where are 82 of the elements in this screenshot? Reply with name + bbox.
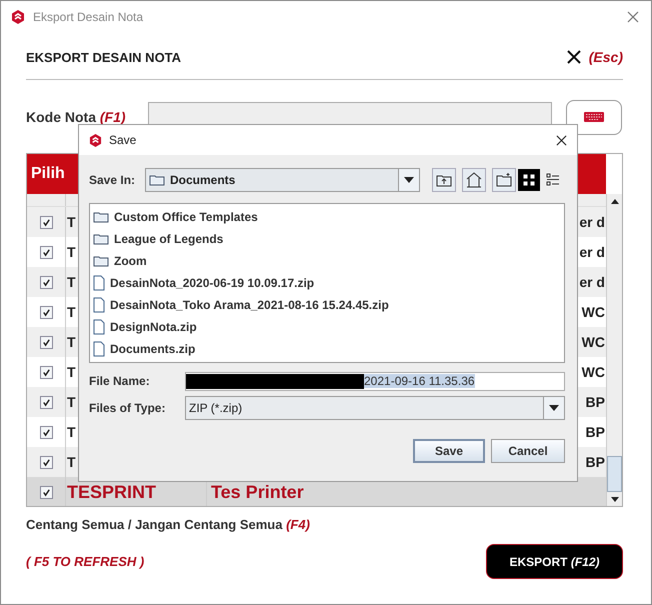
file-type-dropdown[interactable]: ZIP (*.zip)	[185, 396, 565, 420]
new-folder-button[interactable]	[492, 168, 516, 192]
table-cell: T	[67, 454, 76, 470]
grid-icon	[522, 173, 536, 187]
save-in-dropdown[interactable]: Documents	[145, 168, 420, 192]
table-cell: er d	[579, 244, 605, 260]
folder-up-icon	[436, 173, 452, 187]
file-icon	[93, 341, 105, 357]
table-cell: TESPRINT	[67, 482, 156, 502]
scrollbar[interactable]	[606, 194, 622, 506]
home-icon	[466, 172, 482, 188]
file-item[interactable]: League of Legends	[93, 228, 561, 250]
select-all-link[interactable]: Centang Semua / Jangan Centang Semua (F4)	[26, 517, 310, 532]
table-cell: T	[67, 214, 76, 230]
refresh-hint: ( F5 TO REFRESH )	[26, 554, 144, 569]
table-cell: WC	[582, 364, 605, 380]
file-item[interactable]: DesainNota_2020-06-19 10.09.17.zip	[93, 272, 561, 294]
table-cell: er d	[579, 274, 605, 290]
table-cell: WC	[582, 334, 605, 350]
field-label: Save In:	[89, 173, 136, 187]
dialog-title: Save	[109, 133, 138, 147]
shortcut-hint: (Esc)	[588, 49, 623, 65]
checkbox[interactable]	[40, 366, 52, 378]
close-icon[interactable]	[566, 50, 581, 64]
dropdown-arrow-icon	[549, 405, 559, 411]
field-label: Files of Type:	[89, 401, 166, 415]
checkbox[interactable]	[40, 216, 52, 228]
field-label: File Name:	[89, 374, 151, 388]
file-icon	[93, 297, 105, 313]
home-button[interactable]	[462, 168, 486, 192]
table-cell: Tes Printer	[211, 482, 304, 502]
window-title: Eksport Desain Nota	[33, 10, 144, 24]
dropdown-arrow-icon	[404, 177, 414, 183]
table-cell: T	[67, 244, 76, 260]
keyboard-button[interactable]	[566, 100, 622, 134]
folder-icon	[93, 211, 109, 223]
keyboard-icon	[584, 112, 604, 122]
file-item[interactable]: Documents.zip	[93, 338, 561, 360]
folder-icon	[149, 174, 165, 186]
list-view-button[interactable]	[518, 169, 540, 191]
checkbox[interactable]	[40, 486, 52, 498]
checkbox[interactable]	[40, 396, 52, 408]
up-folder-button[interactable]	[432, 168, 456, 192]
table-cell: BP	[586, 454, 605, 470]
export-button[interactable]: EKSPORT (F12)	[486, 544, 623, 579]
file-icon	[93, 319, 105, 335]
scroll-down-icon[interactable]	[610, 496, 618, 502]
file-icon	[93, 275, 105, 291]
table-cell: WC	[582, 304, 605, 320]
new-folder-icon	[496, 173, 512, 187]
table-cell: BP	[586, 424, 605, 440]
file-item[interactable]: DesainNota_Toko Arama_2021-08-16 15.24.45.zip	[93, 294, 561, 316]
table-cell: T	[67, 394, 76, 410]
field-label: Kode Nota (F1)	[26, 109, 127, 125]
list-icon	[546, 173, 560, 187]
logo-icon	[11, 10, 25, 24]
table-cell: T	[67, 364, 76, 380]
table-cell: T	[67, 304, 76, 320]
table-cell: T	[67, 334, 76, 350]
checkbox[interactable]	[40, 246, 52, 258]
column-header: Pilih	[30, 165, 65, 183]
scroll-thumb[interactable]	[607, 456, 622, 492]
page-heading: EKSPORT DESAIN NOTA	[26, 50, 182, 64]
save-button[interactable]: Save	[413, 439, 485, 463]
folder-icon	[93, 233, 109, 245]
table-cell: T	[67, 424, 76, 440]
checkbox[interactable]	[40, 276, 52, 288]
table-cell: BP	[586, 394, 605, 410]
file-item[interactable]: Custom Office Templates	[93, 206, 561, 228]
file-name-field[interactable]: 2021-09-16 11.35.36	[185, 372, 565, 390]
file-item[interactable]: DesignNota.zip	[93, 316, 561, 338]
scroll-up-icon[interactable]	[610, 198, 618, 204]
checkbox[interactable]	[40, 456, 52, 468]
cancel-button[interactable]: Cancel	[491, 439, 565, 463]
checkbox[interactable]	[40, 426, 52, 438]
table-cell: er d	[579, 214, 605, 230]
checkbox[interactable]	[40, 306, 52, 318]
close-icon[interactable]	[556, 134, 567, 146]
checkbox[interactable]	[40, 336, 52, 348]
logo-icon	[89, 134, 102, 146]
table-cell: T	[67, 274, 76, 290]
file-item[interactable]: Zoom	[93, 250, 561, 272]
